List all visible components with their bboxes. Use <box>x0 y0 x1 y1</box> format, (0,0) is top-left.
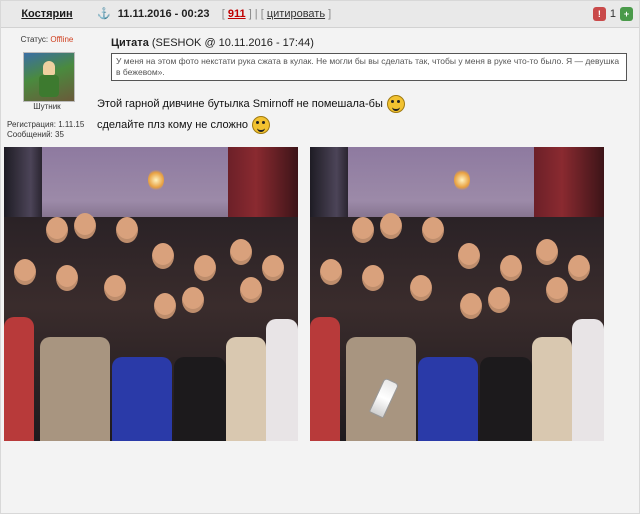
status-offline: Offline <box>50 35 74 44</box>
quote-source: (SESHOK @ 10.11.2016 - 17:44) <box>151 37 314 49</box>
avatar[interactable] <box>23 52 75 102</box>
post-content: Цитата (SESHOK @ 10.11.2016 - 17:44) У м… <box>111 37 631 81</box>
smiley-icon <box>386 95 405 113</box>
author-stats: Регистрация: 1.11.15 Сообщений: 35 <box>7 120 84 140</box>
message-count: Сообщений: 35 <box>7 130 64 139</box>
author-name-link[interactable]: Костярин <box>1 1 93 27</box>
post-meta: ⚓ 11.11.2016 - 00:23 [ 911 ] | [ цитиров… <box>97 8 332 20</box>
message-line-2: сделайте плз кому не сложно <box>97 116 271 134</box>
author-status: Статус: Offline <box>20 35 74 44</box>
quote-link[interactable]: цитировать <box>267 8 325 20</box>
rating-value: 1 <box>609 8 616 20</box>
post-rating: ! 1 + <box>592 6 633 22</box>
anchor-icon[interactable]: ⚓ <box>97 8 111 20</box>
rating-minus-icon[interactable]: ! <box>592 7 606 21</box>
author-rank: Шутник <box>33 102 61 111</box>
post-number-link[interactable]: 911 <box>228 8 246 20</box>
post-header: Костярин ⚓ 11.11.2016 - 00:23 [ 911 ] | … <box>1 1 639 28</box>
quote-box: У меня на этом фото некстати рука сжата … <box>111 53 627 81</box>
message-line-1: Этой гарной дивчине бутылка Smirnoff не … <box>97 95 405 113</box>
photo-original[interactable] <box>4 147 298 441</box>
photo-edited[interactable] <box>310 147 604 441</box>
rating-plus-icon[interactable]: + <box>620 7 633 21</box>
author-panel: Статус: Offline Шутник Регистрация: 1.11… <box>1 28 93 142</box>
forum-post: Костярин ⚓ 11.11.2016 - 00:23 [ 911 ] | … <box>0 0 640 514</box>
quote-header: Цитата (SESHOK @ 10.11.2016 - 17:44) <box>111 37 314 49</box>
smiley-icon <box>252 116 271 134</box>
post-datetime: 11.11.2016 - 00:23 <box>117 8 210 20</box>
registration-date: Регистрация: 1.11.15 <box>7 120 85 129</box>
